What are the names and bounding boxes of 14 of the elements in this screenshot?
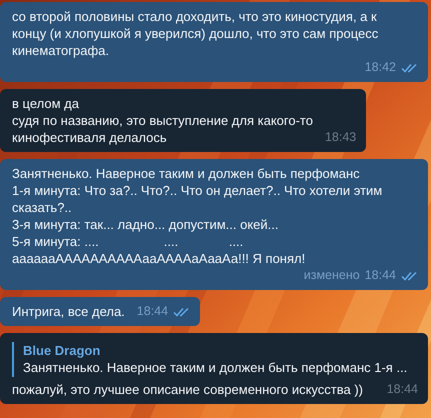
message-time: 18:43	[324, 129, 356, 146]
message-text: в целом да судя по названию, это выступление для какого-то кинофестиваля делалось	[12, 95, 313, 146]
message-time: 18:44	[364, 267, 396, 284]
edited-label: изменено	[304, 267, 360, 284]
message-text: со второй половины стало доходить, что это киностудия, а к концу (и хлопушкой я уверился) дошло, что это сам процесс кинематографа.	[12, 8, 378, 59]
message-text: пожалуй, это лучшее описание современного искусства ))	[12, 381, 363, 398]
reply-author: Blue Dragon	[23, 342, 102, 359]
message-text: Занятненько. Наверное таким и должен быть перфоманс 1-я минута: Что за?.. Что?.. Что он делает?.. Что хотели этим сказать?.. 3-я минута: так... ладно... допустим... окей... 5-я минута: .... .... .... ааааааААААААААААааААААаАааАа!!! Я понял!	[12, 165, 382, 267]
message-time: 18:42	[364, 59, 396, 76]
reply-text: Занятненько. Наверное таким и должен быть перфоманс 1-я ...	[23, 359, 408, 376]
message-time: 18:44	[136, 303, 168, 320]
reply-quote[interactable]: Blue Dragon Занятненько. Наверное таким и должен быть перфоманс 1-я ...	[12, 342, 416, 377]
message-text: Интрига, все дела.	[12, 303, 125, 320]
message-time: 18:44	[386, 381, 418, 398]
